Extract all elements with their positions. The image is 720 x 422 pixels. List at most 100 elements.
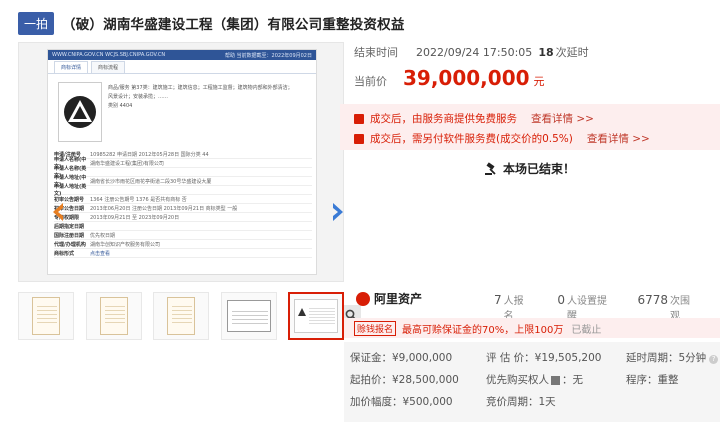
thumbnail-4[interactable]: [220, 292, 277, 340]
appraisal-price: 评 估 价：¥19,505,200: [486, 352, 602, 364]
doc-tab-process: 商标流程: [91, 61, 126, 73]
row-value: 2013年09月21日 至 2023年09月20日: [90, 214, 180, 221]
doc-info: 商品/服务 第37类：建筑施工；建筑信息；工程施工监督；建筑物内部和外部清洁； …: [108, 84, 312, 111]
ali-assets-logo[interactable]: 阿里资产: [356, 290, 422, 307]
certificate-thumbnail: [99, 297, 128, 335]
row-value: 10985282 申请日期 2012年05月28日 国际分类 44: [90, 151, 209, 158]
info-box-icon[interactable]: [551, 375, 560, 385]
end-time-value: 2022/09/24 17:50:05: [416, 46, 533, 59]
procedure-type: 程序：重整: [626, 374, 679, 386]
doc-tabs: 商标详情 商标流程: [48, 60, 316, 74]
trademark-doc-thumbnail: [294, 299, 338, 333]
thumbnail-1[interactable]: [18, 292, 74, 340]
priority-label: 优先购买权人: [486, 374, 549, 386]
priority-purchaser: 优先购买权人 ：无: [486, 372, 583, 387]
row-value: 湖南华创知识产权服务有限公司: [90, 241, 161, 248]
gift-icon: [354, 113, 364, 124]
gavel-icon: [485, 161, 496, 175]
notice-row: 成交后，需另付软件服务费(成交价的0.5%) 查看详情 >>: [354, 131, 650, 146]
table-row: 代理/办理机构 湖南华创知识产权服务有限公司: [54, 240, 312, 249]
row-value: 优先权日期: [90, 232, 116, 239]
next-image-arrow-icon[interactable]: [333, 203, 343, 221]
gift-icon: [354, 133, 364, 144]
table-row: 申请人名称(中文) 湖南华盛建设工程(集团)有限公司: [54, 157, 312, 170]
doc-topbar-right: 帮助 当前数据截至：2022年09月02日: [224, 52, 312, 59]
certificate-thumbnail: [167, 297, 195, 335]
row-key: 后期指定日期: [54, 223, 85, 230]
row-value: 2013年06月20日 注册公告日期 2013年09月21日 商标类型 一般: [90, 205, 238, 212]
table-row: 商标形式 点击查看: [54, 249, 312, 258]
trademark-logo: [58, 82, 102, 142]
auction-terms-grid: 保证金：¥9,000,000 评 估 价：¥19,505,200 延时周期：5分…: [344, 342, 720, 422]
row-key: 代理/办理机构: [54, 241, 86, 248]
row-key: 商标形式: [54, 250, 75, 257]
notice-text: 成交后，由服务商提供免费服务: [370, 113, 517, 125]
row-key: 国际注册日期: [54, 232, 85, 239]
logo-text: 阿里资产: [374, 292, 423, 306]
price-label: 当前价: [354, 75, 387, 88]
help-icon[interactable]: ?: [709, 355, 719, 364]
deposit-loan-tag: 赊钱报名: [354, 320, 397, 336]
image-viewer[interactable]: WWW.CNIPA.GOV.CN WCJS.SBJ.CNIPA.GOV.CN 帮…: [18, 42, 361, 325]
notice-text: 成交后，需另付软件服务费(成交价的0.5%): [370, 133, 573, 145]
row-key: 初审公告期号: [54, 196, 85, 203]
notice-row: 成交后，由服务商提供免费服务 查看详情 >>: [354, 111, 594, 126]
table-row: 初审公告期号 1364 注册公告期号 1376 是否共有商标 否: [54, 195, 312, 204]
auction-ended-status: 本场已结束！: [484, 160, 575, 177]
thumbnail-5-selected[interactable]: [288, 292, 344, 340]
starting-price: 起拍价：¥28,500,000: [350, 374, 459, 386]
row-value: 1364 注册公告期号 1376 是否共有商标 否: [90, 196, 187, 203]
delay-unit: 次延时: [555, 46, 589, 59]
current-price-row: 当前价 39,000,000 元: [354, 66, 545, 90]
deposit-loan-status: 已截止: [571, 324, 602, 336]
doc-info-line: 风景设计；安装承揽；……: [108, 94, 169, 100]
delay-period-text: 延时周期：5分钟: [626, 352, 707, 364]
doc-tab-detail: 商标详情: [54, 61, 89, 73]
doc-info-line: 商品/服务 第37类：建筑施工；建筑信息；工程施工监督；建筑物内部和外部清洁；: [108, 85, 293, 91]
delay-count: 18: [538, 46, 554, 59]
table-row: 申请/注册号 10985282 申请日期 2012年05月28日 国际分类 44: [54, 150, 312, 159]
certificate-thumbnail: [32, 297, 60, 335]
stat-number: 0: [557, 293, 565, 307]
thumbnail-3[interactable]: [153, 292, 209, 340]
page-title: （破）湖南华盛建设工程（集团）有限公司重整投资权益: [62, 17, 405, 33]
table-row: 初审公告日期 2013年06月20日 注册公告日期 2013年09月21日 商标类…: [54, 204, 312, 213]
table-row: 后期指定日期: [54, 222, 312, 231]
thumbnail-2[interactable]: [85, 292, 142, 340]
doc-table: 申请/注册号 10985282 申请日期 2012年05月28日 国际分类 44 …: [54, 150, 312, 258]
bidding-cycle: 竞价周期：1天: [486, 396, 556, 408]
table-row: 专用权期限 2013年09月21日 至 2023年09月20日: [54, 213, 312, 222]
end-time-label: 结束时间: [354, 46, 398, 59]
priority-value: ：无: [562, 374, 583, 386]
title-bar: 一拍 （破）湖南华盛建设工程（集团）有限公司重整投资权益: [18, 10, 708, 36]
doc-topbar: WWW.CNIPA.GOV.CN WCJS.SBJ.CNIPA.GOV.CN 帮…: [48, 50, 316, 60]
notice-detail-link[interactable]: 查看详情 >>: [587, 131, 650, 146]
current-price: 39,000,000: [403, 66, 530, 90]
auction-round-badge: 一拍: [18, 11, 55, 35]
license-thumbnail: [226, 300, 271, 332]
trademark-document-image: WWW.CNIPA.GOV.CN WCJS.SBJ.CNIPA.GOV.CN 帮…: [47, 49, 317, 275]
deposit-loan-message: 最高可赊保证金的70%，上限100万: [402, 324, 564, 336]
thumbnail-strip: [18, 292, 344, 344]
stat-number: 6778: [637, 293, 668, 307]
doc-topbar-left: WWW.CNIPA.GOV.CN WCJS.SBJ.CNIPA.GOV.CN: [52, 52, 166, 58]
doc-info-line: 类别 4404: [108, 103, 133, 109]
delay-period: 延时周期：5分钟?: [626, 350, 719, 365]
ali-logo-icon: [356, 291, 370, 306]
row-value: 湖南华盛建设工程(集团)有限公司: [90, 160, 164, 167]
table-row: 申请人地址(中文) 湖南省长沙市雨花区雨花亭街道二段30号华盛建设大厦: [54, 175, 312, 188]
deposit-loan-banner: 赊钱报名 最高可赊保证金的70%，上限100万 已截止: [344, 318, 720, 338]
end-time-row: 结束时间 2022/09/24 17:50:05 18 次延时: [354, 44, 589, 60]
notice-detail-link[interactable]: 查看详情 >>: [531, 111, 594, 126]
triangle-logo-icon: [64, 96, 96, 128]
ended-text: 本场已结束！: [503, 162, 576, 176]
stat-number: 7: [494, 293, 502, 307]
auction-info-panel: 阿里资产 7 人报名 0 人设置提醒 6778 次围观 赊钱报名 最高可赊保证金的70…: [344, 286, 720, 422]
row-value: 湖南省长沙市雨花区雨花亭街道二段30号华盛建设大厦: [90, 178, 212, 185]
prev-image-arrow-icon[interactable]: [53, 203, 63, 221]
table-row: 国际注册日期 优先权日期: [54, 231, 312, 240]
deposit-amount: 保证金：¥9,000,000: [350, 352, 453, 364]
price-unit: 元: [533, 75, 545, 88]
row-value: 点击查看: [90, 250, 111, 257]
service-notice-box: 成交后，由服务商提供免费服务 查看详情 >> 成交后，需另付软件服务费(成交价的…: [340, 104, 720, 150]
